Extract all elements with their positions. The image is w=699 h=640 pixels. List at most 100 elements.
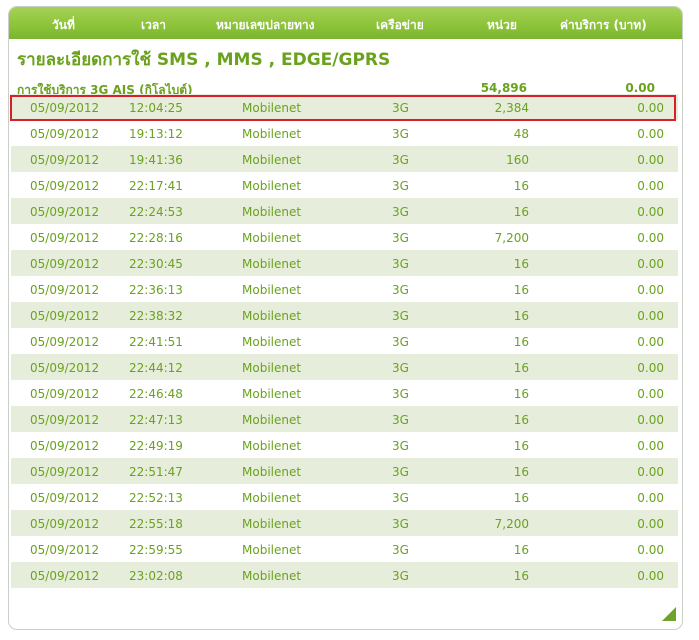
section-title: รายละเอียดการใช้ SMS , MMS , EDGE/GPRS	[17, 50, 391, 70]
cell-date: 05/09/2012	[30, 309, 100, 323]
cell-date: 05/09/2012	[30, 465, 100, 479]
cell-network: 3G	[392, 335, 409, 349]
header-network: เครือข่าย	[376, 18, 424, 32]
cell-cost: 0.00	[637, 439, 664, 453]
cell-network: 3G	[392, 257, 409, 271]
cell-date: 05/09/2012	[30, 517, 100, 531]
cell-network: 3G	[392, 127, 409, 141]
table-row: 05/09/2012 12:04:25 Mobilenet 3G 2,384 0.00	[11, 94, 678, 120]
cell-units: 16	[513, 205, 529, 219]
cell-time: 19:41:36	[129, 153, 183, 167]
usage-detail-panel: วันที่ เวลา หมายเลขปลายทาง เครือข่าย หน่…	[8, 6, 683, 630]
cell-date: 05/09/2012	[30, 205, 100, 219]
cell-cost: 0.00	[637, 491, 664, 505]
cell-network: 3G	[392, 361, 409, 375]
cell-time: 19:13:12	[129, 127, 183, 141]
cell-units: 16	[513, 283, 529, 297]
table-row: 05/09/2012 22:49:19 Mobilenet 3G 16 0.00	[11, 432, 678, 458]
usage-table-body: 05/09/2012 12:04:25 Mobilenet 3G 2,384 0.00 05…	[11, 94, 678, 588]
cell-date: 05/09/2012	[30, 283, 100, 297]
cell-cost: 0.00	[637, 387, 664, 401]
header-time: เวลา	[141, 18, 166, 32]
cell-network: 3G	[392, 491, 409, 505]
cell-time: 22:17:41	[129, 179, 183, 193]
cell-destination: Mobilenet	[242, 153, 302, 167]
cell-date: 05/09/2012	[30, 413, 100, 427]
cell-time: 22:41:51	[129, 335, 183, 349]
cell-destination: Mobilenet	[242, 413, 302, 427]
header-date: วันที่	[52, 18, 75, 32]
cell-date: 05/09/2012	[30, 231, 100, 245]
cell-cost: 0.00	[637, 231, 664, 245]
cell-destination: Mobilenet	[242, 569, 302, 583]
cell-network: 3G	[392, 543, 409, 557]
cell-date: 05/09/2012	[30, 257, 100, 271]
cell-time: 22:49:19	[129, 439, 183, 453]
resize-grip-icon[interactable]	[662, 607, 676, 621]
table-row: 05/09/2012 19:41:36 Mobilenet 3G 160 0.00	[11, 146, 678, 172]
cell-units: 16	[513, 361, 529, 375]
cell-cost: 0.00	[637, 101, 664, 115]
cell-units: 48	[513, 127, 529, 141]
table-row: 05/09/2012 22:24:53 Mobilenet 3G 16 0.00	[11, 198, 678, 224]
cell-network: 3G	[392, 517, 409, 531]
cell-cost: 0.00	[637, 335, 664, 349]
cell-destination: Mobilenet	[242, 231, 302, 245]
cell-date: 05/09/2012	[30, 335, 100, 349]
cell-cost: 0.00	[637, 257, 664, 271]
cell-date: 05/09/2012	[30, 491, 100, 505]
cell-network: 3G	[392, 439, 409, 453]
cell-time: 22:52:13	[129, 491, 183, 505]
table-row: 05/09/2012 22:36:13 Mobilenet 3G 16 0.00	[11, 276, 678, 302]
cell-time: 22:51:47	[129, 465, 183, 479]
cell-units: 16	[513, 335, 529, 349]
cell-time: 22:30:45	[129, 257, 183, 271]
cell-units: 16	[513, 439, 529, 453]
table-row: 05/09/2012 22:30:45 Mobilenet 3G 16 0.00	[11, 250, 678, 276]
cell-units: 16	[513, 413, 529, 427]
table-row: 05/09/2012 22:55:18 Mobilenet 3G 7,200 0.00	[11, 510, 678, 536]
cell-date: 05/09/2012	[30, 153, 100, 167]
cell-destination: Mobilenet	[242, 179, 302, 193]
cell-destination: Mobilenet	[242, 491, 302, 505]
cell-cost: 0.00	[637, 413, 664, 427]
cell-units: 16	[513, 309, 529, 323]
cell-cost: 0.00	[637, 205, 664, 219]
table-row: 05/09/2012 19:13:12 Mobilenet 3G 48 0.00	[11, 120, 678, 146]
cell-network: 3G	[392, 283, 409, 297]
cell-date: 05/09/2012	[30, 361, 100, 375]
cell-date: 05/09/2012	[30, 387, 100, 401]
cell-time: 12:04:25	[129, 101, 183, 115]
table-row: 05/09/2012 22:38:32 Mobilenet 3G 16 0.00	[11, 302, 678, 328]
cell-time: 22:28:16	[129, 231, 183, 245]
table-row: 05/09/2012 22:46:48 Mobilenet 3G 16 0.00	[11, 380, 678, 406]
cell-cost: 0.00	[637, 361, 664, 375]
cell-network: 3G	[392, 101, 409, 115]
cell-destination: Mobilenet	[242, 283, 302, 297]
cell-destination: Mobilenet	[242, 101, 302, 115]
cell-destination: Mobilenet	[242, 465, 302, 479]
summary-units: 54,896	[480, 81, 527, 95]
cell-units: 16	[513, 543, 529, 557]
cell-date: 05/09/2012	[30, 101, 100, 115]
cell-destination: Mobilenet	[242, 205, 302, 219]
cell-time: 22:36:13	[129, 283, 183, 297]
cell-date: 05/09/2012	[30, 569, 100, 583]
cell-units: 16	[513, 387, 529, 401]
cell-cost: 0.00	[637, 127, 664, 141]
cell-time: 22:44:12	[129, 361, 183, 375]
cell-cost: 0.00	[637, 179, 664, 193]
cell-time: 22:55:18	[129, 517, 183, 531]
cell-destination: Mobilenet	[242, 361, 302, 375]
table-row: 05/09/2012 22:51:47 Mobilenet 3G 16 0.00	[11, 458, 678, 484]
cell-units: 7,200	[494, 517, 529, 531]
cell-time: 22:47:13	[129, 413, 183, 427]
cell-units: 160	[506, 153, 529, 167]
cell-date: 05/09/2012	[30, 543, 100, 557]
header-units: หน่วย	[487, 18, 517, 32]
cell-network: 3G	[392, 413, 409, 427]
header-cost: ค่าบริการ (บาท)	[560, 18, 647, 32]
cell-cost: 0.00	[637, 517, 664, 531]
table-row: 05/09/2012 22:44:12 Mobilenet 3G 16 0.00	[11, 354, 678, 380]
cell-network: 3G	[392, 465, 409, 479]
